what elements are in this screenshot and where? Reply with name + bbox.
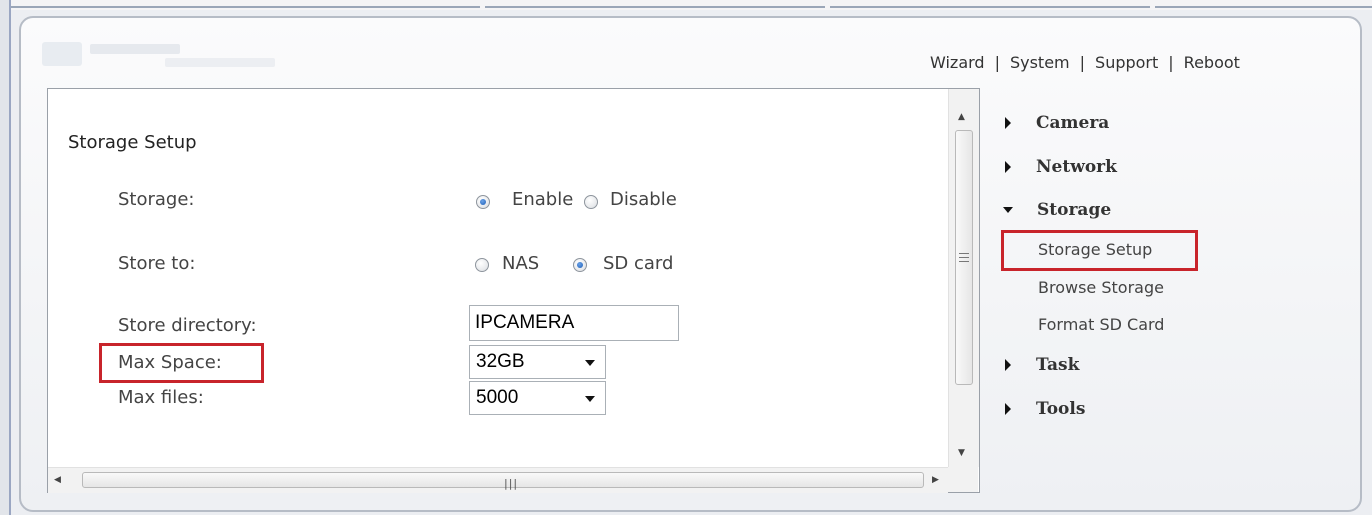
max-files-label: Max files:: [118, 387, 204, 408]
window-left-edge: [0, 0, 11, 515]
store-directory-label: Store directory:: [118, 315, 257, 336]
horizontal-scroll-thumb[interactable]: [82, 472, 924, 488]
caret-right-icon: [1005, 403, 1011, 415]
sidebar-item-task[interactable]: Task: [1003, 353, 1079, 377]
scrollbar-corner: [948, 467, 978, 492]
top-strip: [0, 0, 1372, 10]
sidebar-item-label: Camera: [1036, 113, 1110, 133]
page-title: Storage Setup: [68, 132, 197, 153]
store-to-sdcard-label[interactable]: SD card: [603, 253, 673, 274]
caret-down-icon: [1003, 207, 1013, 213]
sidebar-item-label: Network: [1036, 157, 1117, 177]
store-to-nas-label[interactable]: NAS: [502, 253, 539, 274]
max-files-select[interactable]: 5000: [469, 381, 606, 415]
store-to-sdcard-radio[interactable]: [573, 258, 587, 272]
chevron-down-icon: [585, 396, 595, 402]
caret-right-icon: [1005, 117, 1011, 129]
caret-right-icon: [1005, 359, 1011, 371]
nav-separator: |: [1168, 52, 1174, 72]
sidebar-item-label: Task: [1036, 355, 1080, 375]
strip-segment: [1155, 6, 1372, 8]
max-files-value: 5000: [476, 387, 519, 408]
storage-enable-radio[interactable]: [476, 195, 490, 209]
scroll-right-icon[interactable]: ▶: [932, 475, 939, 485]
store-to-nas-radio[interactable]: [475, 258, 489, 272]
nav-wizard-link[interactable]: Wizard: [930, 53, 985, 72]
nav-support-link[interactable]: Support: [1095, 53, 1158, 72]
strip-segment: [485, 6, 825, 8]
max-space-value: 32GB: [476, 351, 525, 372]
nav-reboot-link[interactable]: Reboot: [1184, 53, 1240, 72]
storage-disable-label[interactable]: Disable: [610, 189, 677, 210]
storage-setup-highlight: [1001, 230, 1198, 271]
scroll-grip-icon: [959, 257, 969, 258]
sidebar-item-label: Tools: [1036, 399, 1086, 419]
max-space-highlight: [99, 343, 264, 383]
sidebar-item-tools[interactable]: Tools: [1003, 397, 1085, 421]
sidebar-item-camera[interactable]: Camera: [1003, 111, 1109, 135]
scroll-grip-icon: |||: [504, 477, 519, 490]
max-space-select[interactable]: 32GB: [469, 345, 606, 379]
storage-disable-radio[interactable]: [584, 195, 598, 209]
sidebar-item-label: Storage: [1037, 200, 1112, 220]
store-to-label: Store to:: [118, 253, 196, 274]
chevron-down-icon: [585, 360, 595, 366]
nav-separator: |: [994, 52, 1000, 72]
sidebar-subitem-browse-storage[interactable]: Browse Storage: [1038, 278, 1164, 297]
scroll-grip-icon: [959, 261, 969, 262]
sidebar-item-network[interactable]: Network: [1003, 155, 1117, 179]
nav-system-link[interactable]: System: [1010, 53, 1070, 72]
storage-enable-label[interactable]: Enable: [512, 189, 573, 210]
nav-separator: |: [1079, 52, 1086, 72]
brand-logo: [30, 34, 280, 74]
scroll-up-icon[interactable]: ▲: [958, 112, 965, 122]
strip-segment: [830, 6, 1150, 8]
store-directory-input[interactable]: IPCAMERA: [469, 305, 679, 341]
sidebar-subitem-format-sd-card[interactable]: Format SD Card: [1038, 315, 1164, 334]
strip-segment: [0, 6, 480, 8]
storage-label: Storage:: [118, 189, 195, 210]
scroll-grip-icon: [959, 253, 969, 254]
sidebar-item-storage[interactable]: Storage: [1003, 198, 1111, 222]
top-navigation: Wizard | System | Support | Reboot: [930, 52, 1240, 72]
scroll-down-icon[interactable]: ▼: [958, 448, 965, 458]
scroll-left-icon[interactable]: ◀: [54, 475, 61, 485]
caret-right-icon: [1005, 161, 1011, 173]
